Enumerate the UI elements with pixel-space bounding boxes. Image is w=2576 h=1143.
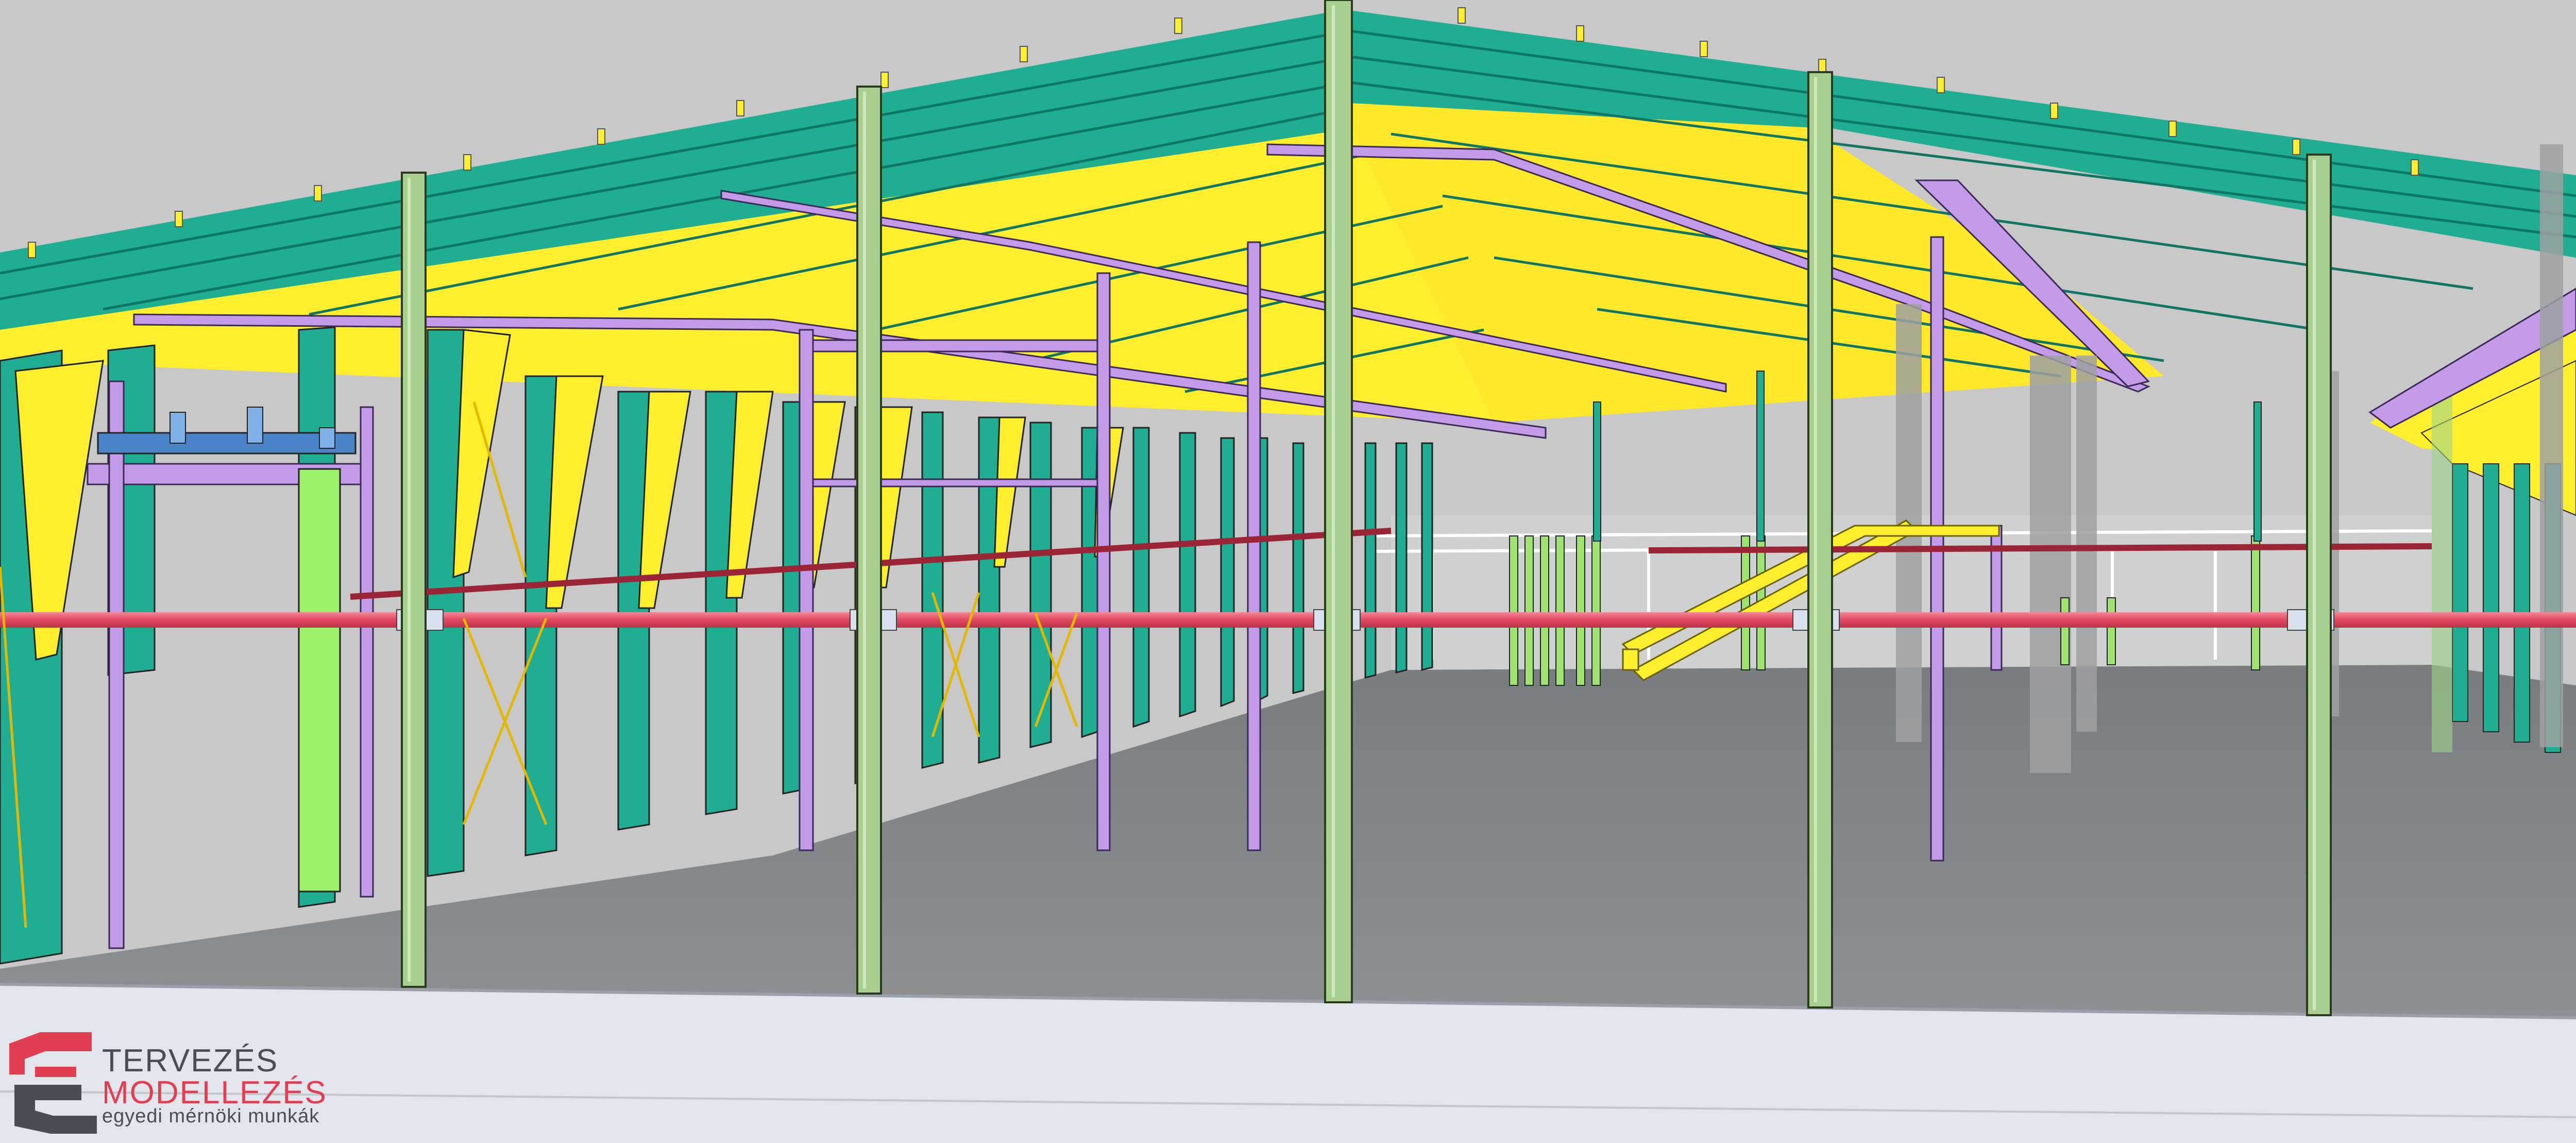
logo-tagline: egyedi mérnöki munkák: [102, 1105, 320, 1127]
company-logo: TERVEZÉS MODELLEZÉS egyedi mérnöki munká…: [4, 1028, 334, 1136]
structural-model-render: [0, 0, 2576, 1143]
te-monogram-icon: [9, 1032, 97, 1134]
main-pipe: [0, 609, 2576, 631]
column-wall-green: [298, 468, 341, 893]
logo-line-1: TERVEZÉS: [102, 1043, 279, 1079]
